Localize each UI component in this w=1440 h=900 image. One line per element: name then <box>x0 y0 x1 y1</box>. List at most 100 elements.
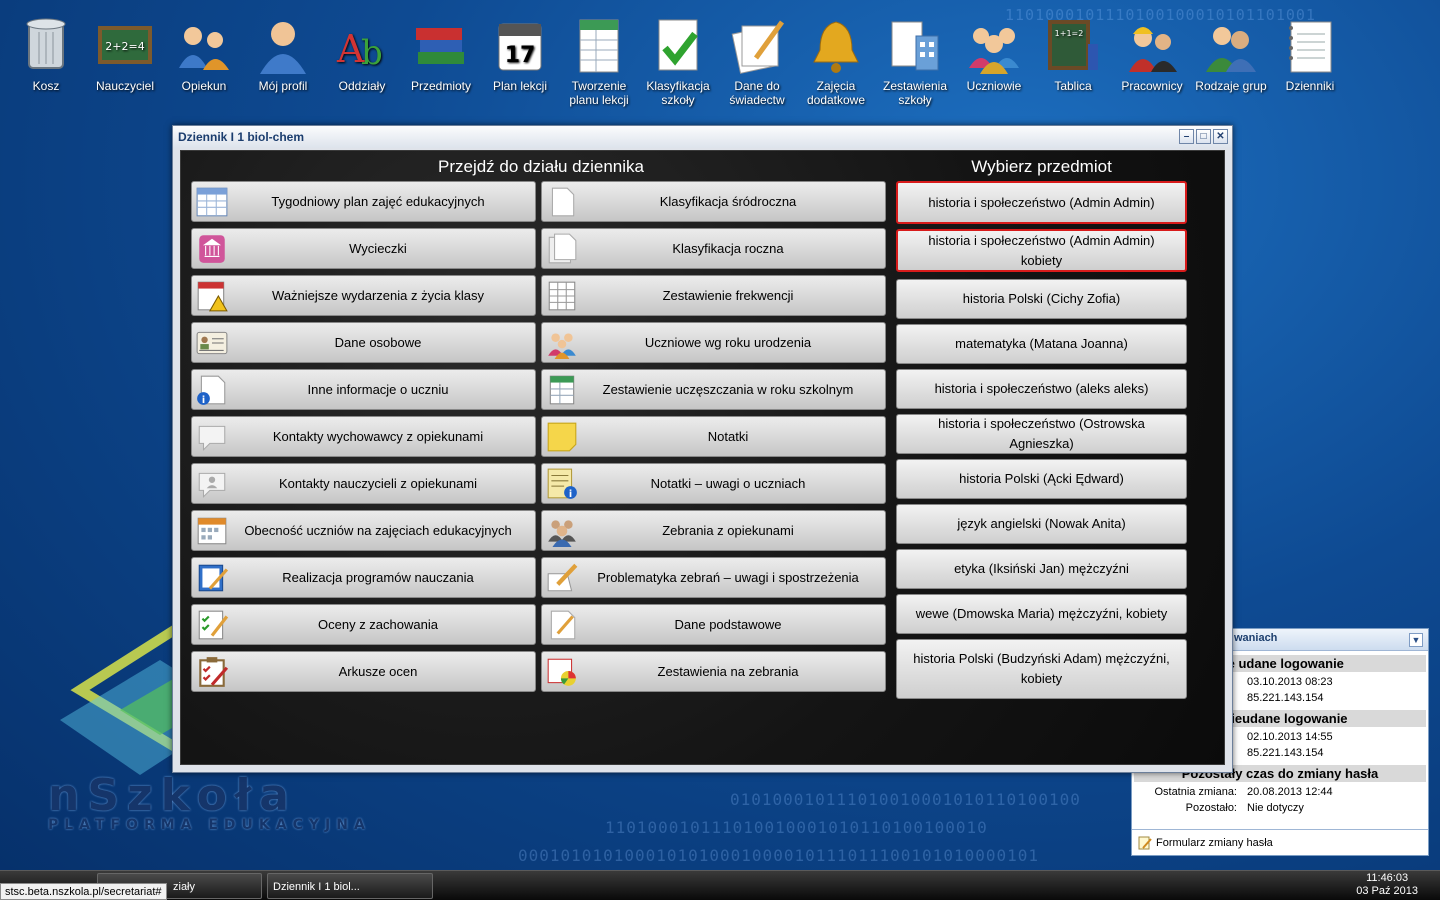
window-titlebar[interactable]: Dziennik I 1 biol-chem – □ ✕ <box>173 126 1232 148</box>
students-icon <box>963 14 1025 76</box>
desktop-icon[interactable]: Dzienniki <box>1271 14 1349 93</box>
failed-login-ip: 85.221.143.154 <box>1247 747 1324 759</box>
section-tile[interactable]: Klasyfikacja roczna <box>541 228 886 269</box>
parents-icon <box>173 14 235 76</box>
subject-label: historia Polski (Cichy Zofia) <box>962 291 1121 306</box>
close-icon[interactable]: ✕ <box>1213 129 1228 144</box>
window-content: Przejdź do działu dziennika Wybierz prze… <box>180 150 1225 765</box>
desktop-icon[interactable]: Przedmioty <box>402 14 480 93</box>
attendance-calendar-icon <box>195 514 229 548</box>
bell-icon <box>805 14 867 76</box>
section-tile[interactable]: Ważniejsze wydarzenia z życia klasy <box>191 275 536 316</box>
section-tile[interactable]: Arkusze ocen <box>191 651 536 692</box>
subject-label: historia i społeczeństwo (Admin Admin) k… <box>928 232 1155 268</box>
section-tile[interactable]: i Inne informacje o uczniu <box>191 369 536 410</box>
subject-label: etyka (Iksiński Jan) mężczyźni <box>954 561 1129 576</box>
section-tile[interactable]: Notatki <box>541 416 886 457</box>
subject-button[interactable]: wewe (Dmowska Maria) mężczyźni, kobiety <box>896 594 1187 634</box>
svg-text:2+2=4: 2+2=4 <box>105 40 144 53</box>
chevron-down-icon[interactable]: ▼ <box>1409 633 1423 647</box>
subject-button[interactable]: etyka (Iksiński Jan) mężczyźni <box>896 549 1187 589</box>
note-info-icon: i <box>545 467 579 501</box>
clock-time: 11:46:03 <box>1366 872 1409 884</box>
section-tile[interactable]: Kontakty nauczycieli z opiekunami <box>191 463 536 504</box>
system-clock: 11:46:03 03 Paź 2013 <box>1356 872 1418 898</box>
subject-button[interactable]: historia Polski (Budzyński Adam) mężczyź… <box>896 639 1187 699</box>
desktop-icon[interactable]: Tworzenie planu lekcji <box>560 14 638 107</box>
section-tile[interactable]: Zestawienie frekwencji <box>541 275 886 316</box>
section-tile[interactable]: Klasyfikacja śródroczna <box>541 181 886 222</box>
desktop-icon[interactable]: 2+2=4 Nauczyciel <box>86 14 164 93</box>
section-tile[interactable]: Zestawienia na zebrania <box>541 651 886 692</box>
section-tile[interactable]: Oceny z zachowania <box>191 604 536 645</box>
edit-form-icon <box>1138 836 1152 849</box>
desktop-icon[interactable]: Zajęcia dodatkowe <box>797 14 875 107</box>
meeting-icon <box>545 514 579 548</box>
desktop-icon[interactable]: Opiekun <box>165 14 243 93</box>
subject-button[interactable]: historia i społeczeństwo (Admin Admin) k… <box>896 229 1187 272</box>
section-tile[interactable]: Kontakty wychowawcy z opiekunami <box>191 416 536 457</box>
desktop-icon[interactable]: Uczniowie <box>955 14 1033 93</box>
desktop-icon[interactable]: Klasyfikacja szkoły <box>639 14 717 107</box>
subject-button[interactable]: historia i społeczeństwo (aleks aleks) <box>896 369 1187 409</box>
desktop-icon[interactable]: 17 Plan lekcji <box>481 14 559 93</box>
group-icon <box>1200 14 1262 76</box>
subject-button[interactable]: język angielski (Nowak Anita) <box>896 504 1187 544</box>
speech-bubble-icon <box>195 420 229 454</box>
section-tile[interactable]: Wycieczki <box>191 228 536 269</box>
section-tile-label: Dane podstawowe <box>674 617 782 632</box>
taskbar-button-journal[interactable]: Dziennik I 1 biol... <box>267 873 433 899</box>
minimize-icon[interactable]: – <box>1179 129 1194 144</box>
clock-date: 03 Paź 2013 <box>1356 885 1418 897</box>
subject-button[interactable]: historia Polski (Ącki Ędward) <box>896 459 1187 499</box>
section-tile[interactable]: Problematyka zebrań – uwagi i spostrzeże… <box>541 557 886 598</box>
sticky-note-icon <box>545 420 579 454</box>
section-tile[interactable]: Zebrania z opiekunami <box>541 510 886 551</box>
sections-heading: Przejdź do działu dziennika <box>437 157 644 176</box>
desktop-icon-label: Nauczyciel <box>95 79 155 93</box>
section-tile[interactable]: i Notatki – uwagi o uczniach <box>541 463 886 504</box>
taskbar: ziały Dziennik I 1 biol... 11:46:03 03 P… <box>0 870 1440 900</box>
section-tile-label: Zestawienie frekwencji <box>662 288 794 303</box>
section-tile[interactable]: Tygodniowy plan zajęć edukacyjnych <box>191 181 536 222</box>
desktop-icon[interactable]: Zestawienia szkoły <box>876 14 954 107</box>
last-change-label: Ostatnia zmiana: <box>1154 786 1237 798</box>
section-tile-label: Kontakty nauczycieli z opiekunami <box>279 476 477 491</box>
desktop-icon[interactable]: Kosz <box>7 14 85 93</box>
section-tile[interactable]: Obecność uczniów na zajęciach edukacyjny… <box>191 510 536 551</box>
subject-label: historia i społeczeństwo (aleks aleks) <box>934 381 1149 396</box>
binary-decoration: 010100010111010010001010110100100 <box>730 790 1081 809</box>
section-tile[interactable]: Realizacja programów nauczania <box>191 557 536 598</box>
desktop-icon[interactable]: Rodzaje grup <box>1192 14 1270 93</box>
edit-document-icon <box>545 608 579 642</box>
section-tile-label: Klasyfikacja śródroczna <box>659 194 797 209</box>
desktop-icon-label: Uczniowie <box>966 79 1022 93</box>
logo-sub: PLATFORMA EDUKACYJNA <box>48 817 371 833</box>
section-tile-label: Problematyka zebrań – uwagi i spostrzeże… <box>597 570 859 585</box>
pages-icon <box>545 232 579 266</box>
maximize-icon[interactable]: □ <box>1196 129 1211 144</box>
sheet-icon <box>545 373 579 407</box>
section-tile-label: Wycieczki <box>349 241 407 256</box>
subject-button[interactable]: historia Polski (Cichy Zofia) <box>896 279 1187 319</box>
section-tile[interactable]: Dane osobowe <box>191 322 536 363</box>
section-tile[interactable]: Zestawienie uczęszczania w roku szkolnym <box>541 369 886 410</box>
svg-text:1+1=2: 1+1=2 <box>1055 29 1084 38</box>
subject-button[interactable]: matematyka (Matana Joanna) <box>896 324 1187 364</box>
section-tile[interactable]: Uczniowe wg roku urodzenia <box>541 322 886 363</box>
remaining-value: Nie dotyczy <box>1247 802 1304 814</box>
museum-icon <box>195 232 229 266</box>
desktop-icon[interactable]: Ab Oddziały <box>323 14 401 93</box>
section-tile[interactable]: Dane podstawowe <box>541 604 886 645</box>
subject-button[interactable]: historia i społeczeństwo (Admin Admin) <box>896 181 1187 224</box>
desktop-icon[interactable]: Pracownicy <box>1113 14 1191 93</box>
desktop-icon-label: Plan lekcji <box>492 79 548 93</box>
desktop-icon[interactable]: Mój profil <box>244 14 322 93</box>
section-tile-label: Notatki – uwagi o uczniach <box>650 476 806 491</box>
password-form-link[interactable]: Formularz zmiany hasła <box>1132 829 1428 855</box>
subject-button[interactable]: historia i społeczeństwo (Ostrowska Agni… <box>896 414 1187 454</box>
desktop-icon[interactable]: Dane do świadectw <box>718 14 796 107</box>
desktop-icon[interactable]: 1+1=2 Tablica <box>1034 14 1112 93</box>
subject-label: historia Polski (Budzyński Adam) mężczyź… <box>913 651 1170 686</box>
checklist-icon <box>195 608 229 642</box>
